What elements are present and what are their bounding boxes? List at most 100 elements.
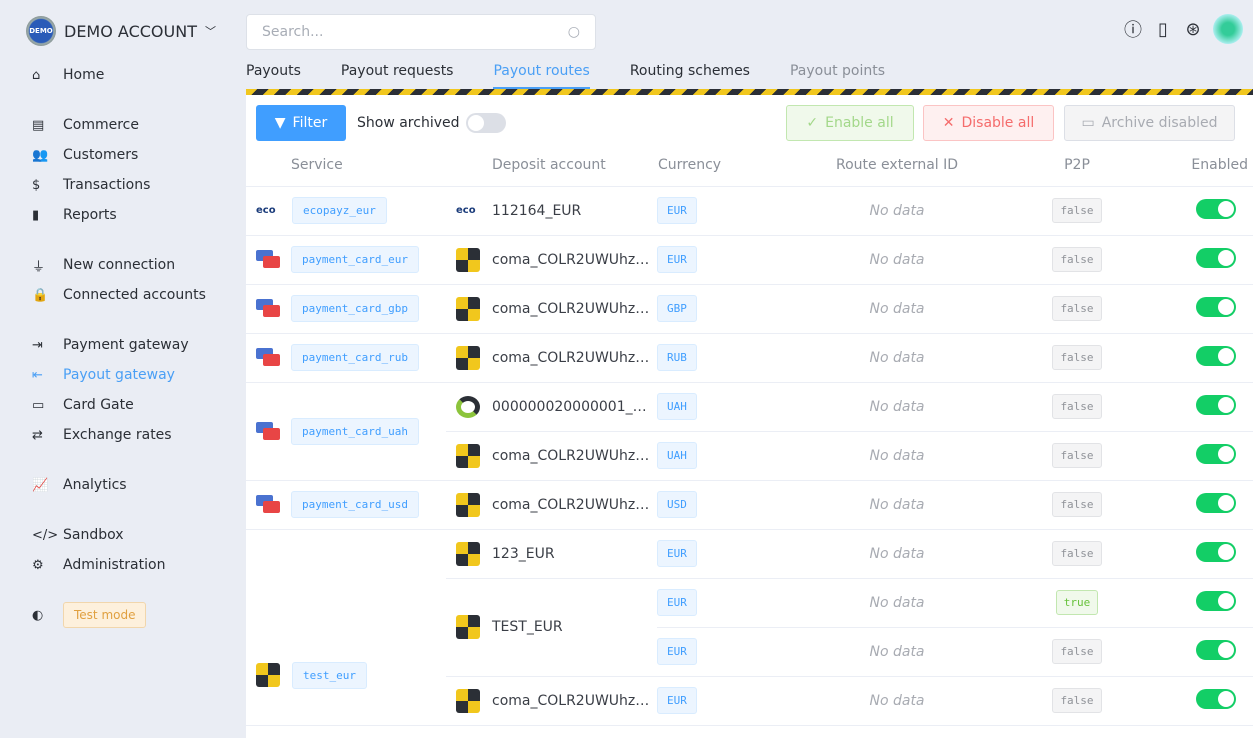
search-input[interactable]: Search... ○ — [246, 14, 596, 50]
deposit-account[interactable]: coma_COLR2UWUhz… — [492, 448, 649, 464]
payment-card-icon — [256, 250, 281, 268]
sidebar-item-payout-gateway[interactable]: ⇤ Payout gateway — [32, 360, 242, 390]
service-tag[interactable]: payment_card_gbp — [291, 295, 419, 322]
enabled-toggle[interactable] — [1196, 590, 1236, 611]
deposit-account-cell: 123_EUR — [446, 529, 657, 579]
enabled-toggle[interactable] — [1196, 639, 1236, 660]
deposit-account[interactable]: coma_COLR2UWUhz… — [492, 497, 649, 513]
test-provider-icon — [456, 688, 480, 713]
sidebar-item-customers[interactable]: 👥 Customers — [32, 140, 242, 170]
test-provider-icon — [456, 443, 480, 468]
enabled-toggle[interactable] — [1196, 443, 1236, 464]
sign-out-icon: ⇤ — [32, 367, 43, 383]
route-external-id: No data — [777, 627, 1017, 677]
sidebar-item-label: New connection — [63, 257, 176, 273]
enabled-cell — [1137, 431, 1253, 481]
disable-all-button[interactable]: ✕ Disable all — [923, 105, 1054, 141]
test-mode-row: ◐ Test mode — [32, 600, 242, 630]
disable-all-label: Disable all — [961, 115, 1035, 131]
enabled-toggle[interactable] — [1196, 345, 1236, 366]
enabled-cell — [1137, 333, 1253, 383]
enabled-toggle[interactable] — [1196, 296, 1236, 317]
service-tag[interactable]: payment_card_uah — [291, 417, 419, 445]
enabled-toggle[interactable] — [1196, 492, 1236, 513]
currency-tag: UAH — [657, 393, 697, 420]
deposit-account[interactable]: TEST_EUR — [492, 619, 563, 635]
search-icon: ○ — [567, 24, 580, 40]
enabled-toggle[interactable] — [1196, 198, 1236, 219]
tab-payout-points[interactable]: Payout points — [790, 60, 885, 89]
help-icon[interactable]: ⊛ — [1183, 19, 1203, 40]
deposit-account-cell: coma_COLR2UWUhz… — [446, 480, 657, 530]
sidebar-item-label: Transactions — [63, 177, 151, 193]
gear-icon: ⚙ — [32, 557, 44, 573]
sidebar-item-analytics[interactable]: 📈 Analytics — [32, 470, 242, 500]
toggle-icon[interactable]: ◐ — [32, 608, 63, 623]
sidebar-item-card-gate[interactable]: ▭ Card Gate — [32, 390, 242, 420]
sidebar-item-exchange-rates[interactable]: ⇄ Exchange rates — [32, 420, 242, 450]
deposit-account-cell: TEST_EUR — [446, 578, 657, 677]
avatar[interactable] — [1213, 14, 1243, 44]
currency-tag: EUR — [657, 589, 697, 616]
sidebar-item-home[interactable]: ⌂ Home — [32, 60, 242, 90]
show-archived-toggle[interactable] — [465, 113, 506, 133]
tab-payout-routes[interactable]: Payout routes — [493, 60, 590, 89]
sidebar-item-sandbox[interactable]: </> Sandbox — [32, 520, 242, 550]
sidebar-item-reports[interactable]: ▮ Reports — [32, 200, 242, 230]
enabled-toggle[interactable] — [1196, 394, 1236, 415]
service-tag[interactable]: ecopayz_eur — [292, 197, 387, 224]
tab-payouts[interactable]: Payouts — [246, 60, 301, 89]
p2p-cell: false — [1017, 333, 1137, 383]
info-icon[interactable]: ⓘ — [1123, 16, 1143, 42]
service-tag[interactable]: payment_card_usd — [291, 491, 419, 518]
p2p-badge: true — [1055, 590, 1099, 615]
tab-payout-requests[interactable]: Payout requests — [341, 60, 454, 89]
test-provider-icon — [456, 541, 480, 566]
sidebar-item-new-connection[interactable]: ⏚ New connection — [32, 250, 242, 280]
p2p-badge: false — [1052, 296, 1102, 321]
currency-cell: EUR — [657, 529, 777, 579]
enabled-toggle[interactable] — [1196, 688, 1236, 709]
sign-in-icon: ⇥ — [32, 337, 43, 353]
enable-all-button[interactable]: ✓ Enable all — [786, 105, 914, 141]
service-tag[interactable]: test_eur — [292, 661, 367, 689]
ecopayz-logo-icon: eco — [256, 204, 276, 216]
book-icon[interactable]: ▯ — [1153, 19, 1173, 40]
route-external-id: No data — [777, 382, 1017, 432]
routes-panel: ▼ Filter Show archived ✓ Enable all ✕ Disab… — [246, 95, 1253, 738]
filter-icon: ▼ — [274, 115, 286, 131]
sidebar-item-label: Payment gateway — [63, 337, 189, 353]
tab-routing-schemes[interactable]: Routing schemes — [630, 60, 750, 89]
deposit-account[interactable]: 112164_EUR — [492, 203, 581, 219]
currency-tag: UAH — [657, 442, 697, 469]
sidebar-item-administration[interactable]: ⚙ Administration — [32, 550, 242, 580]
sidebar-item-commerce[interactable]: ▤ Commerce — [32, 110, 242, 140]
table-row: payment_card_gbp coma_COLR2UWUhz… GBP No da… — [246, 284, 1253, 334]
archive-disabled-button[interactable]: ▭ Archive disabled — [1064, 105, 1235, 141]
service-tag[interactable]: payment_card_eur — [291, 246, 419, 273]
enabled-toggle[interactable] — [1196, 247, 1236, 268]
enabled-toggle[interactable] — [1196, 541, 1236, 562]
deposit-account[interactable]: coma_COLR2UWUhz… — [492, 350, 649, 366]
filter-button[interactable]: ▼ Filter — [256, 105, 346, 141]
service-tag[interactable]: payment_card_rub — [291, 344, 419, 371]
show-archived-label: Show archived — [357, 115, 460, 131]
p2p-cell: false — [1017, 382, 1137, 432]
account-logo: DEMO — [26, 16, 56, 46]
deposit-account[interactable]: coma_COLR2UWUhz… — [492, 301, 649, 317]
table-row: eco ecopayz_eur eco 112164_EUR EUR No data fal… — [246, 186, 1253, 236]
test-provider-icon — [256, 662, 280, 687]
route-external-id: No data — [777, 529, 1017, 579]
sidebar-item-transactions[interactable]: $ Transactions — [32, 170, 242, 200]
route-external-id: No data — [777, 676, 1017, 726]
deposit-account[interactable]: coma_COLR2UWUhz… — [492, 252, 649, 268]
sidebar-item-payment-gateway[interactable]: ⇥ Payment gateway — [32, 330, 242, 360]
deposit-account[interactable]: coma_COLR2UWUhz… — [492, 693, 649, 709]
deposit-account[interactable]: 123_EUR — [492, 546, 555, 562]
service-cell: eco ecopayz_eur — [246, 186, 446, 236]
account-switcher[interactable]: DEMO DEMO ACCOUNT ﹀ — [26, 16, 216, 46]
deposit-account[interactable]: 000000020000001_… — [492, 399, 647, 415]
route-external-id: No data — [777, 235, 1017, 285]
test-mode-badge: Test mode — [63, 602, 147, 628]
sidebar-item-connected-accounts[interactable]: 🔒 Connected accounts — [32, 280, 242, 310]
